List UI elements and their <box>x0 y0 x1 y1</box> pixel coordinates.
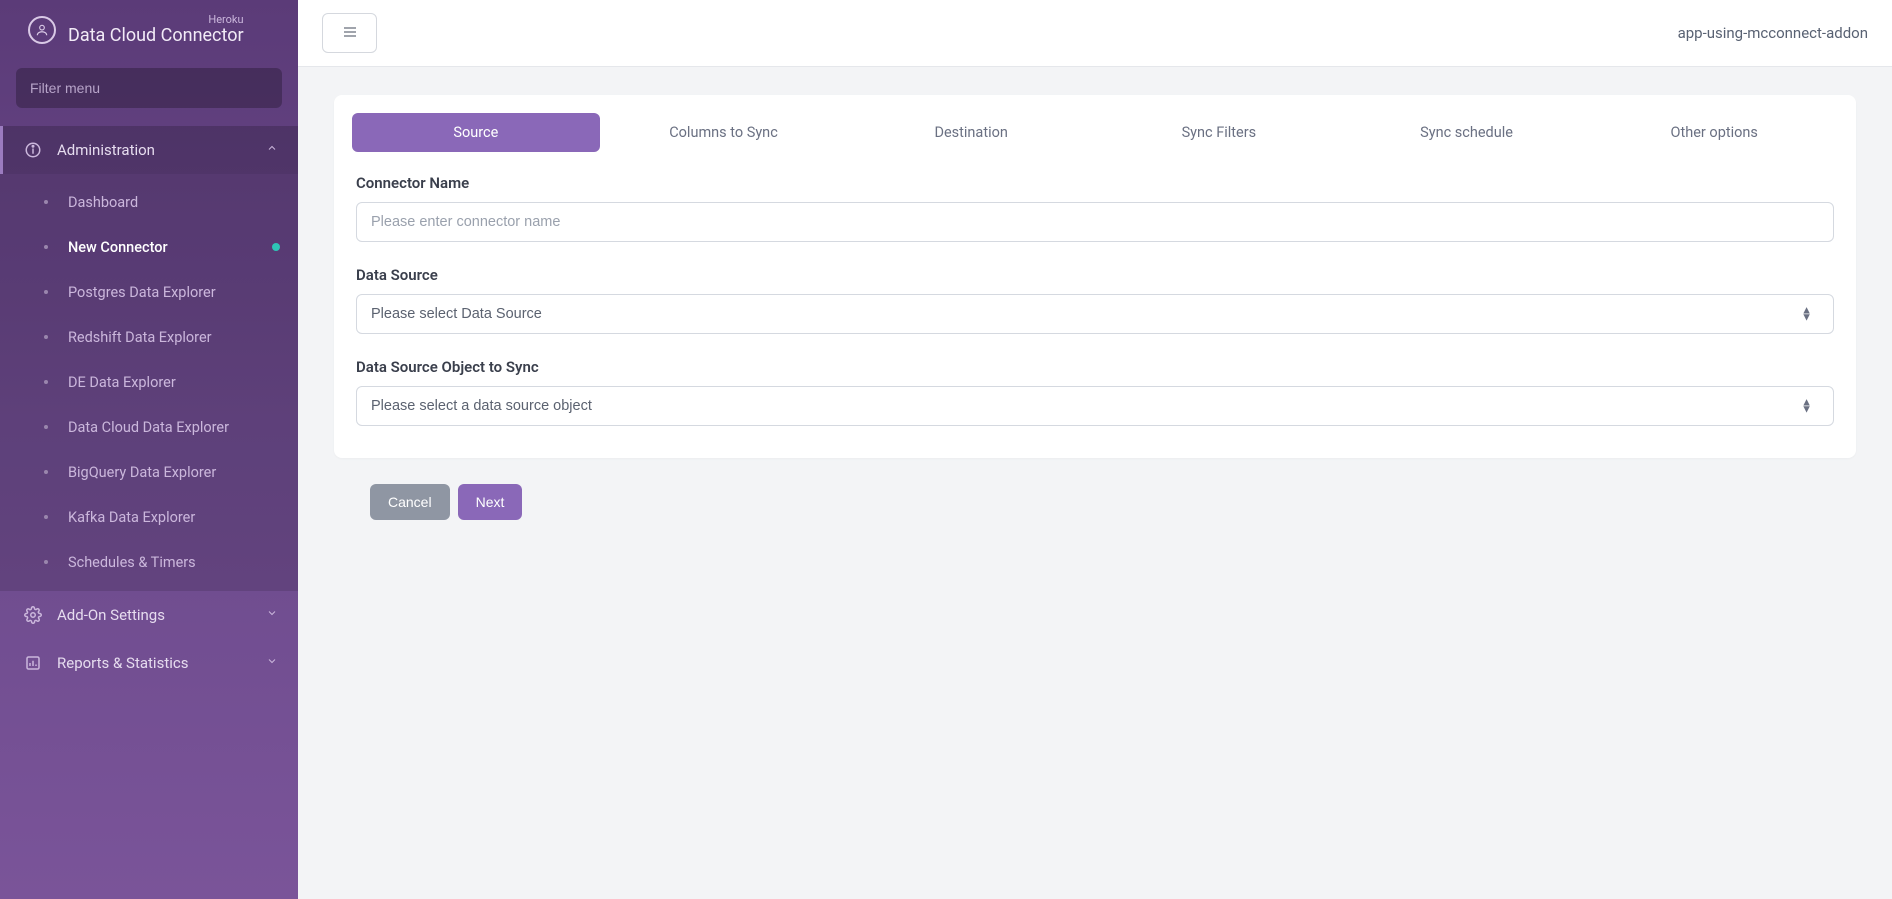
sidebar-toggle-button[interactable] <box>322 13 377 53</box>
nav-section-addon-settings[interactable]: Add-On Settings <box>0 591 298 639</box>
gear-icon <box>23 605 43 625</box>
chevron-down-icon <box>266 607 278 623</box>
sidebar-item-label: Redshift Data Explorer <box>68 329 212 346</box>
tab-columns[interactable]: Columns to Sync <box>600 113 848 152</box>
sidebar-item-label: New Connector <box>68 239 168 256</box>
object-label: Data Source Object to Sync <box>356 358 1834 376</box>
brand-logo-icon <box>28 16 56 44</box>
report-icon <box>23 653 43 673</box>
sidebar-item-label: DE Data Explorer <box>68 374 176 391</box>
sidebar-item-label: Data Cloud Data Explorer <box>68 419 229 436</box>
sidebar-item-kafka-explorer[interactable]: Kafka Data Explorer <box>0 495 298 540</box>
nav-section-label: Add-On Settings <box>57 606 252 624</box>
tab-source[interactable]: Source <box>352 113 600 152</box>
cancel-button[interactable]: Cancel <box>370 484 450 520</box>
main: app-using-mcconnect-addon Source Columns… <box>298 0 1892 899</box>
next-button[interactable]: Next <box>458 484 523 520</box>
sidebar-item-new-connector[interactable]: New Connector <box>0 225 298 270</box>
wizard-tabs: Source Columns to Sync Destination Sync … <box>352 113 1838 152</box>
sidebar-item-bigquery-explorer[interactable]: BigQuery Data Explorer <box>0 450 298 495</box>
tab-sync-schedule[interactable]: Sync schedule <box>1343 113 1591 152</box>
sidebar-item-label: Kafka Data Explorer <box>68 509 195 526</box>
wizard-card: Source Columns to Sync Destination Sync … <box>334 95 1856 458</box>
sidebar-item-schedules-timers[interactable]: Schedules & Timers <box>0 540 298 585</box>
sidebar-item-datacloud-explorer[interactable]: Data Cloud Data Explorer <box>0 405 298 450</box>
data-source-label: Data Source <box>356 266 1834 284</box>
connector-name-input[interactable] <box>356 202 1834 242</box>
status-indicator-icon <box>272 243 280 251</box>
brand-title: Data Cloud Connector <box>68 26 244 46</box>
nav-section-label: Administration <box>57 141 252 159</box>
sidebar-item-postgres-explorer[interactable]: Postgres Data Explorer <box>0 270 298 315</box>
sidebar: Heroku Data Cloud Connector Administrati… <box>0 0 298 899</box>
connector-name-label: Connector Name <box>356 174 1834 192</box>
info-icon <box>23 140 43 160</box>
topbar: app-using-mcconnect-addon <box>298 0 1892 67</box>
hamburger-icon <box>340 24 360 43</box>
brand: Heroku Data Cloud Connector <box>0 0 298 56</box>
data-source-object-select[interactable]: Please select a data source object <box>356 386 1834 426</box>
sidebar-item-label: Schedules & Timers <box>68 554 196 571</box>
nav-section-administration[interactable]: Administration <box>0 126 298 174</box>
sidebar-item-dashboard[interactable]: Dashboard <box>0 180 298 225</box>
tab-other-options[interactable]: Other options <box>1590 113 1838 152</box>
wizard-actions: Cancel Next <box>334 484 1856 520</box>
data-source-select[interactable]: Please select Data Source <box>356 294 1834 334</box>
chevron-up-icon <box>266 142 278 158</box>
app-name: app-using-mcconnect-addon <box>1678 24 1868 42</box>
sidebar-item-label: BigQuery Data Explorer <box>68 464 216 481</box>
chevron-down-icon <box>266 655 278 671</box>
nav-items-administration: Dashboard New Connector Postgres Data Ex… <box>0 174 298 591</box>
tab-destination[interactable]: Destination <box>847 113 1095 152</box>
tab-sync-filters[interactable]: Sync Filters <box>1095 113 1343 152</box>
nav-section-reports[interactable]: Reports & Statistics <box>0 639 298 687</box>
nav-section-label: Reports & Statistics <box>57 654 252 672</box>
sidebar-item-redshift-explorer[interactable]: Redshift Data Explorer <box>0 315 298 360</box>
sidebar-item-label: Postgres Data Explorer <box>68 284 216 301</box>
sidebar-item-de-explorer[interactable]: DE Data Explorer <box>0 360 298 405</box>
sidebar-item-label: Dashboard <box>68 194 138 211</box>
filter-menu-input[interactable] <box>16 68 282 108</box>
